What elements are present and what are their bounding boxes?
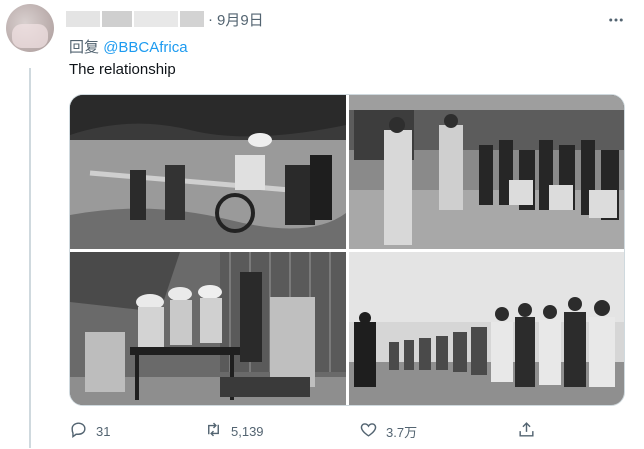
separator-dot: · — [208, 10, 213, 28]
avatar[interactable] — [6, 4, 54, 52]
retweet-button[interactable]: 5,139 — [204, 419, 264, 443]
photo-4[interactable] — [349, 252, 624, 405]
share-icon — [517, 420, 536, 442]
media-grid — [69, 94, 625, 406]
reply-context: 回复 @BBCAfrica — [69, 36, 188, 57]
avatar-blur — [12, 24, 48, 48]
share-button[interactable] — [517, 419, 536, 443]
photo-2[interactable] — [349, 95, 624, 249]
like-button[interactable]: 3.7万 — [359, 419, 417, 443]
retweet-icon — [204, 420, 223, 442]
more-icon[interactable] — [606, 10, 626, 30]
reply-prefix: 回复 — [69, 39, 100, 56]
reply-icon — [69, 420, 88, 442]
action-bar: 31 5,139 3.7万 — [69, 419, 609, 443]
photo-3[interactable] — [70, 252, 346, 405]
like-count: 3.7万 — [386, 424, 418, 440]
reply-handle-link[interactable]: @BBCAfrica — [103, 39, 187, 56]
user-name-redacted[interactable] — [66, 11, 204, 27]
tweet-text: The relationship — [69, 61, 176, 78]
tweet-header: · 9月9日 — [66, 8, 264, 30]
tweet[interactable]: · 9月9日 回复 @BBCAfrica The relationship 31… — [0, 0, 644, 449]
reply-button[interactable]: 31 — [69, 419, 110, 443]
retweet-count: 5,139 — [231, 423, 264, 439]
heart-icon — [359, 420, 378, 442]
reply-count: 31 — [96, 423, 111, 439]
thread-line — [29, 68, 31, 448]
photo-1[interactable] — [70, 95, 346, 249]
tweet-date[interactable]: 9月9日 — [217, 9, 264, 30]
